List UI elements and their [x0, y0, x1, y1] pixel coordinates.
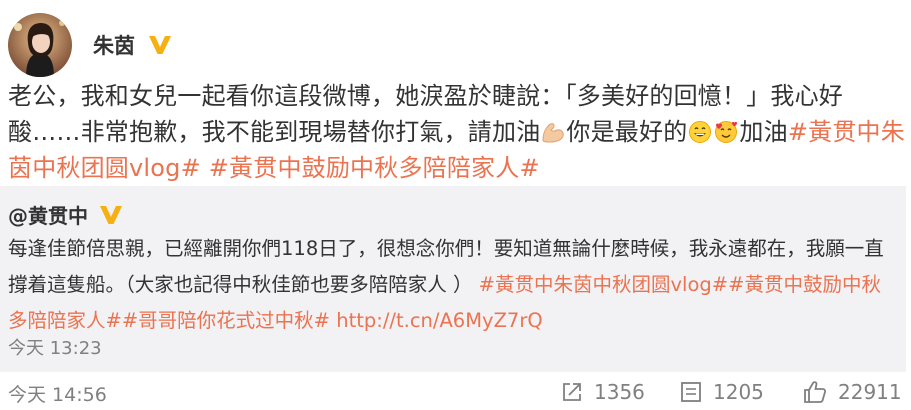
avatar[interactable] — [8, 13, 72, 77]
post-text-body-2: 你是最好的 — [566, 118, 688, 146]
grinning-face-emoji — [689, 121, 712, 143]
repost-count: 1356 — [594, 380, 645, 404]
post-footer: 今天 14:56 1356 1205 22911 — [0, 374, 911, 410]
avatar-photo — [8, 13, 72, 77]
comment-count: 1205 — [713, 380, 764, 404]
verified-badge-icon — [100, 205, 122, 224]
post-text-body-3: 加油 — [739, 118, 788, 146]
repost-timestamp[interactable]: 今天 13:23 — [8, 334, 102, 360]
thumbs-up-icon — [804, 381, 827, 403]
repost-author[interactable]: @黄贯中 — [8, 200, 124, 229]
comment-button[interactable]: 1205 — [679, 378, 764, 406]
post-author[interactable]: 朱茵 — [93, 30, 173, 60]
repost-short-link[interactable]: http://t.cn/A6MyZ7rQ — [336, 309, 542, 332]
repost-button[interactable]: 1356 — [560, 378, 645, 406]
share-icon — [563, 383, 581, 401]
flexed-biceps-emoji — [542, 123, 565, 143]
post-text: 老公，我和女兒一起看你這段微博，她淚盈於睫說：「多美好的回憶！」我心好酸……非常… — [8, 78, 908, 186]
post-timestamp[interactable]: 今天 14:56 — [8, 380, 107, 407]
verified-badge-icon — [149, 36, 171, 54]
like-button[interactable]: 22911 — [802, 378, 902, 406]
like-count: 22911 — [838, 380, 902, 404]
smiling-face-with-hearts-emoji — [715, 121, 738, 143]
hashtag-link-2[interactable]: #黃贯中鼓励中秋多陪陪家人# — [209, 154, 540, 182]
repost-author-name[interactable]: @黄贯中 — [8, 200, 88, 229]
comment-icon — [681, 382, 701, 402]
repost-text: 每逢佳節倍思親，已經離開你們118日了，很想念你們！要知道無論什麼時候，我永遠都… — [8, 231, 898, 339]
post-author-name[interactable]: 朱茵 — [93, 30, 135, 60]
